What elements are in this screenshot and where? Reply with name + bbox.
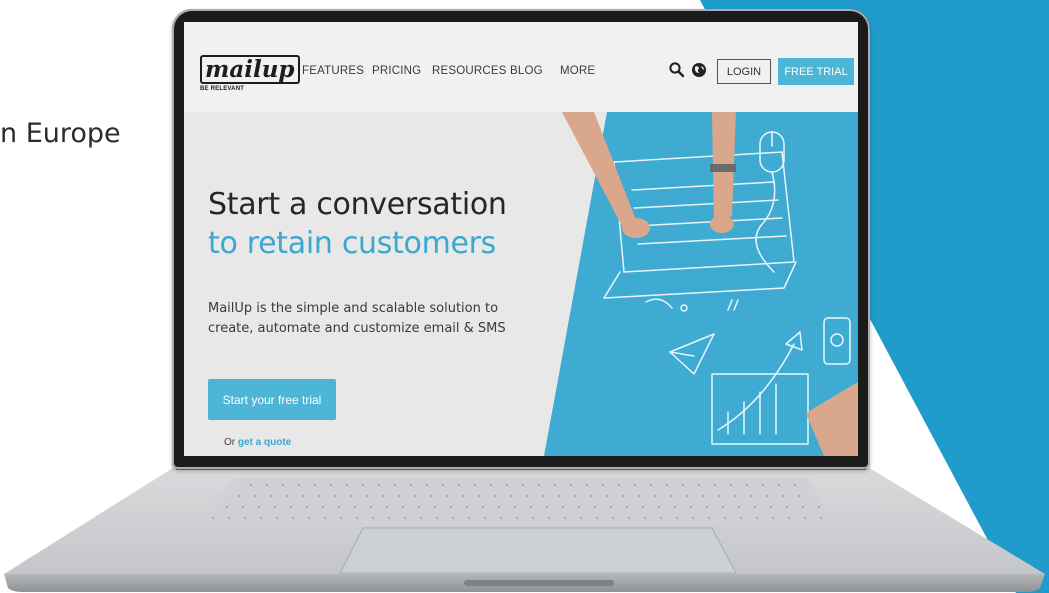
laptop-screen: mailup BE RELEVANT FEATURES PRICING RESO… — [184, 22, 858, 456]
globe-icon[interactable] — [690, 61, 708, 79]
login-button[interactable]: LOGIN — [717, 59, 771, 84]
nav-pricing[interactable]: PRICING — [372, 65, 421, 77]
hero-section: Start a conversation to retain customers… — [184, 112, 858, 456]
nav-resources[interactable]: RESOURCES — [432, 65, 507, 77]
hero-description: MailUp is the simple and scalable soluti… — [208, 301, 506, 336]
quote-prefix: Or — [224, 437, 236, 448]
nav-blog[interactable]: BLOG — [510, 65, 543, 77]
quote-line: Or get a quote — [224, 437, 291, 448]
hero-title-line1: Start a conversation — [208, 187, 507, 222]
start-free-trial-button[interactable]: Start your free trial — [208, 379, 336, 420]
nav-more[interactable]: MORE — [560, 65, 595, 77]
logo-wordmark: mailup — [200, 55, 300, 84]
nav-features[interactable]: FEATURES — [302, 65, 364, 77]
get-quote-link[interactable]: get a quote — [238, 437, 291, 448]
free-trial-button[interactable]: FREE TRIAL — [778, 58, 854, 85]
logo-tagline: BE RELEVANT — [200, 86, 245, 92]
mailup-logo[interactable]: mailup BE RELEVANT — [200, 55, 300, 95]
hero-title-line2: to retain customers — [208, 226, 497, 261]
site-navbar: mailup BE RELEVANT FEATURES PRICING RESO… — [184, 22, 858, 112]
search-icon[interactable] — [668, 61, 686, 79]
